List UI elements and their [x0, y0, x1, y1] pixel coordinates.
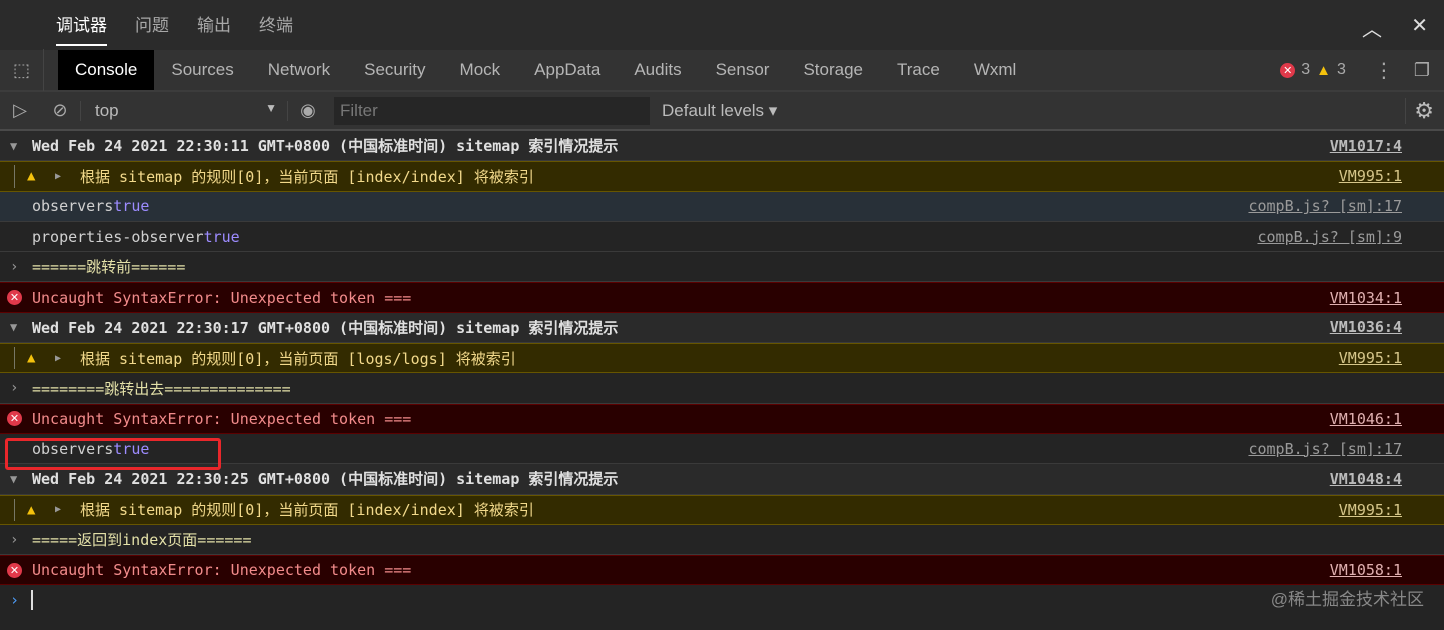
expand-triangle-icon[interactable]: ▼: [10, 320, 17, 334]
log-output: › ======跳转前======: [0, 252, 1444, 283]
expand-arrow-icon[interactable]: ▶: [55, 171, 61, 182]
log-error: ✕ Uncaught SyntaxError: Unexpected token …: [0, 555, 1444, 586]
chevron-right-icon: ›: [10, 531, 19, 548]
source-link[interactable]: VM1046:1: [1330, 410, 1402, 428]
undock-icon[interactable]: ❐: [1414, 60, 1430, 81]
panel-tabs: 调试器 问题 输出 终端 ︿ ✕: [0, 0, 1444, 50]
log-group-header: ▼ Wed Feb 24 2021 22:30:17 GMT+0800 (中国标准…: [0, 312, 1444, 344]
log-text: Uncaught SyntaxError: Unexpected token =…: [32, 288, 412, 307]
sidebar-toggle-icon[interactable]: ▷: [0, 100, 40, 121]
log-warning: ▲ ▶ 根据 sitemap 的规则[0]，当前页面 [index/index] 将…: [0, 494, 1444, 525]
console-log: ▼ Wed Feb 24 2021 22:30:11 GMT+0800 (中国标准…: [0, 131, 1444, 586]
source-link[interactable]: compB.js? [sm]:17: [1248, 440, 1402, 458]
log-text: Uncaught SyntaxError: Unexpected token =…: [32, 409, 412, 428]
source-link[interactable]: VM995:1: [1339, 167, 1402, 185]
tab-wxml[interactable]: Wxml: [957, 50, 1033, 90]
error-icon: ✕: [7, 411, 22, 427]
expand-arrow-icon[interactable]: ▶: [55, 353, 61, 364]
gear-icon[interactable]: ⚙: [1405, 98, 1434, 124]
source-link[interactable]: VM1048:4: [1330, 470, 1402, 488]
tab-sources[interactable]: Sources: [154, 50, 250, 90]
clear-console-icon[interactable]: ⊘: [40, 100, 80, 121]
log-text: Wed Feb 24 2021 22:30:11 GMT+0800 (中国标准时…: [32, 137, 619, 156]
source-link[interactable]: compB.js? [sm]:9: [1258, 228, 1403, 246]
tab-output[interactable]: 输出: [197, 0, 231, 50]
tab-mock[interactable]: Mock: [443, 50, 518, 90]
warning-icon: ▲: [27, 501, 36, 518]
log-text: 根据 sitemap 的规则[0]，当前页面 [index/index] 将被索…: [80, 167, 534, 186]
log-text: ========跳转出去==============: [32, 379, 291, 398]
filter-input[interactable]: [334, 96, 650, 125]
log-entry: properties-observer true compB.js? [sm]:9: [0, 222, 1444, 253]
source-link[interactable]: VM1034:1: [1330, 289, 1402, 307]
tab-storage[interactable]: Storage: [786, 50, 880, 90]
tab-trace[interactable]: Trace: [880, 50, 957, 90]
tab-debugger[interactable]: 调试器: [56, 0, 107, 50]
error-icon: ✕: [1280, 62, 1296, 78]
log-group-header: ▼ Wed Feb 24 2021 22:30:11 GMT+0800 (中国标准…: [0, 131, 1444, 162]
error-count[interactable]: 3: [1301, 61, 1310, 79]
log-error: ✕ Uncaught SyntaxError: Unexpected token …: [0, 282, 1444, 313]
more-icon[interactable]: ⋮: [1374, 58, 1394, 83]
log-warning: ▲ ▶ 根据 sitemap 的规则[0]，当前页面 [index/index] 将…: [0, 161, 1444, 192]
log-text: 根据 sitemap 的规则[0]，当前页面 [logs/logs] 将被索引: [80, 349, 516, 368]
log-key: properties-observer: [32, 227, 204, 246]
expand-triangle-icon[interactable]: ▼: [10, 139, 17, 153]
log-text: Uncaught SyntaxError: Unexpected token =…: [32, 561, 412, 580]
log-text: =====返回到index页面======: [32, 531, 252, 549]
close-icon[interactable]: ✕: [1411, 13, 1428, 38]
error-icon: ✕: [7, 290, 22, 306]
log-key: observers: [32, 197, 114, 216]
tab-console[interactable]: Console: [58, 50, 155, 90]
log-text: Wed Feb 24 2021 22:30:25 GMT+0800 (中国标准时…: [32, 470, 619, 489]
tab-sensor[interactable]: Sensor: [699, 50, 787, 90]
tab-appdata[interactable]: AppData: [517, 50, 617, 90]
watermark: @稀土掘金技术社区: [1270, 590, 1424, 609]
expand-arrow-icon[interactable]: ▶: [55, 504, 61, 515]
warning-icon: ▲: [27, 350, 36, 367]
error-icon: ✕: [7, 562, 22, 578]
log-text: 根据 sitemap 的规则[0]，当前页面 [index/index] 将被索…: [80, 501, 534, 520]
log-output: › ========跳转出去==============: [0, 373, 1444, 404]
source-link[interactable]: VM1017:4: [1330, 137, 1402, 155]
log-value: true: [113, 197, 150, 216]
warning-count[interactable]: 3: [1337, 61, 1346, 79]
log-output: › =====返回到index页面======: [0, 525, 1444, 556]
log-entry: observers true compB.js? [sm]:17: [0, 191, 1444, 222]
source-link[interactable]: compB.js? [sm]:17: [1248, 197, 1402, 215]
inspect-element-icon[interactable]: ⬚: [0, 49, 44, 91]
console-toolbar: ▷ ⊘ top▼ ◉ Default levels ▾ ⚙: [0, 92, 1444, 131]
log-text: Wed Feb 24 2021 22:30:17 GMT+0800 (中国标准时…: [32, 318, 619, 337]
chevron-right-icon: ›: [10, 258, 19, 275]
log-text: ======跳转前======: [32, 258, 186, 277]
tab-security[interactable]: Security: [347, 50, 442, 90]
log-value: true: [203, 227, 240, 246]
tab-audits[interactable]: Audits: [617, 50, 698, 90]
source-link[interactable]: VM995:1: [1339, 501, 1402, 519]
source-link[interactable]: VM995:1: [1339, 349, 1402, 367]
log-warning: ▲ ▶ 根据 sitemap 的规则[0]，当前页面 [logs/logs] 将被索…: [0, 343, 1444, 374]
chevron-right-icon: ›: [10, 380, 19, 397]
warning-icon: ▲: [27, 168, 36, 185]
source-link[interactable]: VM1058:1: [1330, 561, 1402, 579]
prompt-chevron-icon: ›: [10, 591, 20, 610]
devtools-tabs: ⬚ Console Sources Network Security Mock AppDa…: [0, 49, 1444, 92]
console-prompt[interactable]: ›: [0, 585, 1444, 615]
highlight-box: [5, 438, 221, 470]
tab-network[interactable]: Network: [251, 50, 347, 90]
log-error: ✕ Uncaught SyntaxError: Unexpected token …: [0, 403, 1444, 434]
eye-icon[interactable]: ◉: [288, 100, 328, 121]
chevron-up-icon[interactable]: ︿: [1362, 13, 1382, 42]
source-link[interactable]: VM1036:4: [1330, 318, 1402, 336]
tab-problems[interactable]: 问题: [135, 0, 169, 50]
context-select[interactable]: top ▼: [80, 100, 288, 121]
levels-dropdown[interactable]: Default levels ▾: [662, 101, 777, 121]
warning-icon: ▲: [1316, 61, 1331, 79]
expand-triangle-icon[interactable]: ▼: [10, 472, 17, 486]
tab-terminal[interactable]: 终端: [259, 0, 293, 50]
